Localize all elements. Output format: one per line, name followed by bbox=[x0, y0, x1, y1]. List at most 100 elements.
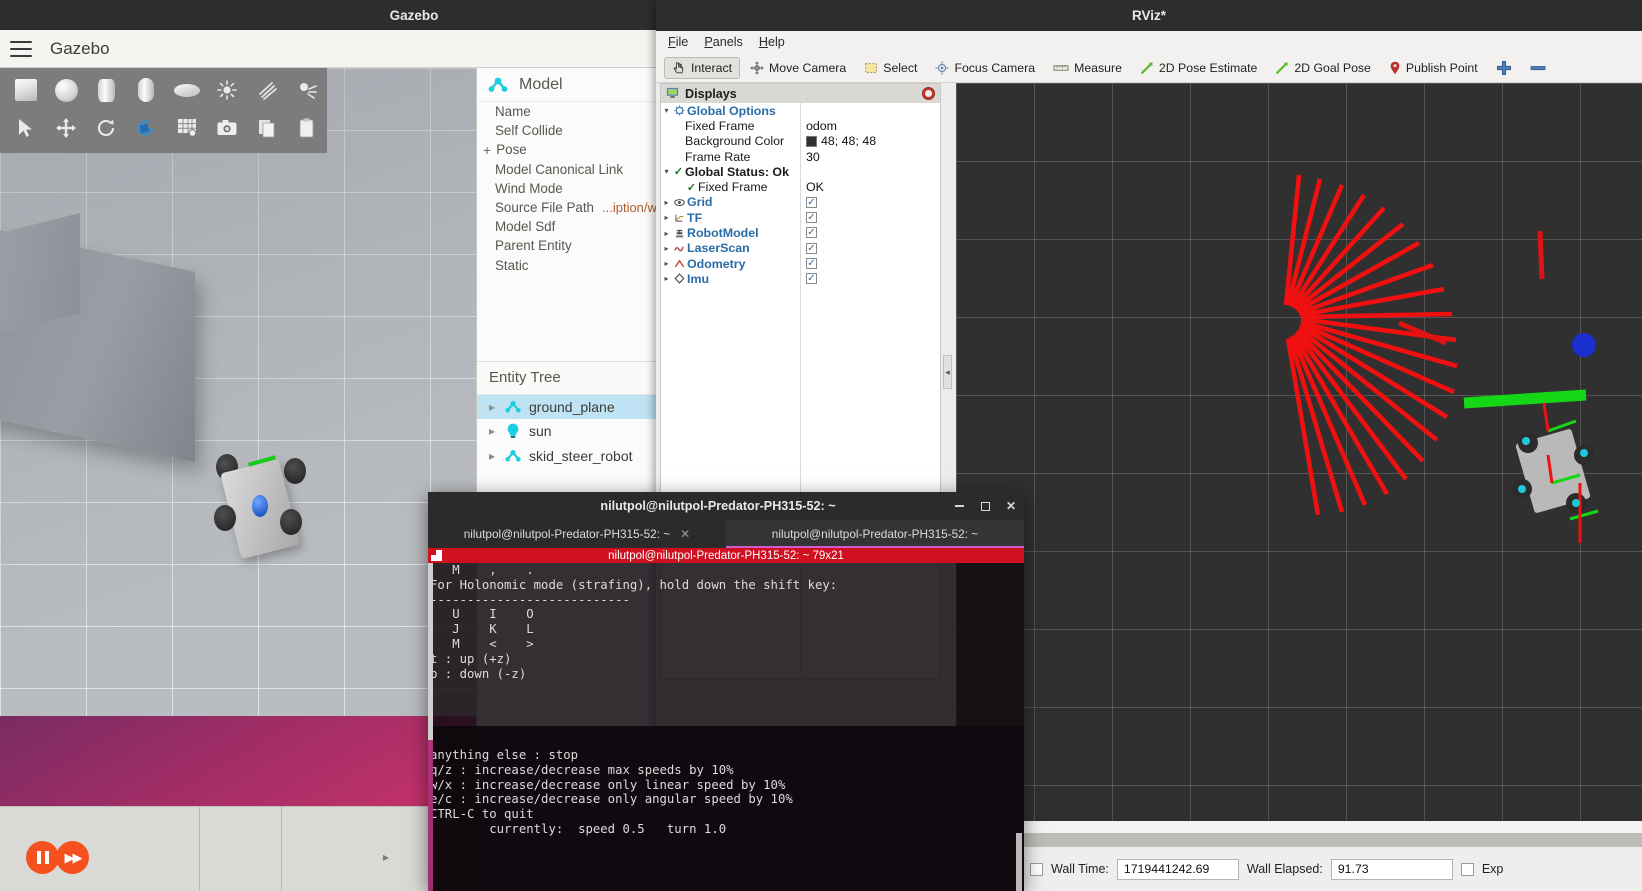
display-row-laserscan[interactable]: LaserScan ✓ bbox=[661, 241, 940, 256]
display-enable-checkbox[interactable]: ✓ bbox=[806, 257, 817, 269]
tool-2d-goal-pose[interactable]: 2D Goal Pose bbox=[1267, 57, 1379, 79]
terminal-line: t : up (+z) bbox=[430, 651, 512, 666]
tool-measure-label: Measure bbox=[1074, 60, 1122, 75]
chevron-right-icon[interactable] bbox=[661, 213, 672, 222]
copy-icon[interactable] bbox=[251, 112, 283, 144]
chevron-right-icon[interactable] bbox=[661, 259, 672, 268]
tool-add-display[interactable] bbox=[1488, 56, 1520, 80]
tmux-status-text: nilutpol@nilutpol-Predator-PH315-52: ~ 7… bbox=[608, 549, 844, 562]
gazebo-model-panel-title: Model bbox=[519, 75, 563, 93]
grid-snap-icon[interactable] bbox=[171, 112, 203, 144]
point-light-icon[interactable] bbox=[211, 74, 243, 106]
tool-2d-goal-pose-label: 2D Goal Pose bbox=[1294, 60, 1371, 75]
close-icon[interactable]: ✕ bbox=[998, 493, 1024, 519]
cylinder-shape-icon[interactable] bbox=[90, 74, 122, 106]
rotate-tool-icon[interactable] bbox=[90, 112, 122, 144]
sphere-shape-icon[interactable] bbox=[50, 74, 82, 106]
tmux-window-icon bbox=[431, 550, 442, 561]
rviz-3d-viewport[interactable] bbox=[956, 83, 1642, 821]
terminal-screen[interactable]: M , . For Holonomic mode (strafing), hol… bbox=[428, 563, 1024, 891]
tool-interact[interactable]: Interact bbox=[664, 56, 741, 79]
experimental-checkbox[interactable] bbox=[1460, 862, 1474, 876]
close-icon[interactable] bbox=[922, 87, 935, 100]
step-forward-button[interactable]: ▶▶ bbox=[56, 841, 89, 874]
color-swatch[interactable] bbox=[806, 135, 817, 147]
paste-icon[interactable] bbox=[291, 112, 323, 144]
display-row-robotmodel[interactable]: RobotModel ✓ bbox=[661, 225, 940, 240]
expand-plus-icon[interactable]: + bbox=[483, 142, 491, 158]
chevron-right-icon[interactable] bbox=[661, 244, 672, 253]
tool-select[interactable]: Select bbox=[856, 57, 925, 79]
gazebo-skid-steer-robot bbox=[212, 453, 308, 563]
ellipsoid-shape-icon[interactable] bbox=[171, 74, 203, 106]
capsule-shape-icon[interactable] bbox=[130, 74, 162, 106]
translate-tool-icon[interactable] bbox=[50, 112, 82, 144]
terminal-tab-1[interactable]: nilutpol@nilutpol-Predator-PH315-52: ~ ✕ bbox=[428, 520, 726, 548]
tool-measure[interactable]: Measure bbox=[1045, 57, 1130, 79]
display-row-fixed-frame[interactable]: Fixed Frame odom bbox=[661, 118, 940, 133]
property-label: Wind Mode bbox=[495, 180, 563, 196]
terminal-scrollbar[interactable] bbox=[1016, 643, 1022, 891]
box-shape-icon[interactable] bbox=[10, 74, 42, 106]
menu-file-rest: ile bbox=[675, 35, 689, 49]
directional-light-icon[interactable] bbox=[251, 74, 283, 106]
synchronize-checkbox[interactable] bbox=[1030, 862, 1043, 876]
display-row-frame-rate[interactable]: Frame Rate 30 bbox=[661, 149, 940, 164]
display-label: Background Color bbox=[685, 134, 785, 149]
screenshot-icon[interactable] bbox=[211, 112, 243, 144]
tool-2d-pose-estimate-label: 2D Pose Estimate bbox=[1158, 60, 1258, 75]
display-enable-checkbox[interactable]: ✓ bbox=[806, 227, 817, 239]
display-row-global-status[interactable]: ✓ Global Status: Ok bbox=[661, 164, 940, 179]
display-row-grid[interactable]: Grid ✓ bbox=[661, 195, 940, 210]
displays-panel-collapse-handle[interactable]: ◂ bbox=[943, 355, 952, 389]
tool-move-camera[interactable]: Move Camera bbox=[742, 57, 854, 79]
tab-close-icon[interactable]: ✕ bbox=[680, 527, 690, 541]
terminal-line: b : down (-z) bbox=[430, 666, 527, 681]
check-icon: ✓ bbox=[673, 166, 684, 179]
property-label: Model Sdf bbox=[495, 219, 556, 235]
tool-focus-camera[interactable]: Focus Camera bbox=[927, 57, 1043, 79]
chevron-right-icon[interactable] bbox=[661, 229, 672, 238]
pause-button[interactable] bbox=[26, 841, 59, 874]
panel-collapse-handle[interactable]: ▸ bbox=[383, 850, 389, 864]
tool-publish-point[interactable]: Publish Point bbox=[1381, 57, 1486, 79]
tool-remove-display[interactable] bbox=[1522, 60, 1554, 76]
menu-file[interactable]: File bbox=[668, 35, 688, 49]
minimize-icon[interactable] bbox=[946, 493, 972, 519]
menu-help[interactable]: Help bbox=[759, 35, 785, 49]
scale-tool-icon[interactable] bbox=[130, 112, 162, 144]
tool-2d-pose-estimate[interactable]: 2D Pose Estimate bbox=[1132, 57, 1265, 79]
terminal-tab-2[interactable]: nilutpol@nilutpol-Predator-PH315-52: ~ bbox=[726, 520, 1024, 548]
display-enable-checkbox[interactable]: ✓ bbox=[806, 196, 817, 208]
display-row-odometry[interactable]: Odometry ✓ bbox=[661, 256, 940, 271]
terminal-line: U I O bbox=[430, 607, 534, 622]
property-value: ...iption/w bbox=[602, 200, 657, 216]
chevron-down-icon[interactable] bbox=[661, 167, 672, 176]
terminal-scrollbar-thumb[interactable] bbox=[1016, 833, 1022, 891]
chevron-right-icon[interactable]: ▸ bbox=[489, 400, 497, 414]
display-enable-checkbox[interactable]: ✓ bbox=[806, 212, 817, 224]
display-enable-checkbox[interactable]: ✓ bbox=[806, 273, 817, 285]
display-row-background-color[interactable]: Background Color 48; 48; 48 bbox=[661, 134, 940, 149]
spot-light-icon[interactable] bbox=[291, 74, 323, 106]
bottom-bar-divider bbox=[281, 807, 282, 891]
chevron-down-icon[interactable] bbox=[661, 106, 672, 115]
menu-panels[interactable]: Panels bbox=[704, 35, 743, 49]
gazebo-bottom-bar: ▶▶ ▸ bbox=[0, 806, 476, 891]
chevron-right-icon[interactable]: ▸ bbox=[489, 449, 497, 463]
chevron-right-icon[interactable] bbox=[661, 274, 672, 283]
display-row-global-options[interactable]: Global Options bbox=[661, 103, 940, 118]
terminal-line: q/z : increase/decrease max speeds by 10… bbox=[430, 762, 734, 777]
terminal-line: M < > bbox=[430, 636, 534, 651]
display-enable-checkbox[interactable]: ✓ bbox=[806, 242, 817, 254]
display-row-status-fixed-frame[interactable]: ✓ Fixed Frame OK bbox=[661, 179, 940, 194]
display-row-tf[interactable]: TF ✓ bbox=[661, 210, 940, 225]
maximize-icon[interactable] bbox=[972, 493, 998, 519]
chevron-right-icon[interactable]: ▸ bbox=[489, 424, 497, 438]
hamburger-menu-icon[interactable] bbox=[10, 40, 32, 57]
display-row-imu[interactable]: Imu ✓ bbox=[661, 271, 940, 286]
terminal-line: anything else : stop bbox=[430, 748, 579, 762]
select-tool-icon[interactable] bbox=[10, 112, 42, 144]
pose-arrow-icon bbox=[1140, 61, 1154, 75]
chevron-right-icon[interactable] bbox=[661, 198, 672, 207]
